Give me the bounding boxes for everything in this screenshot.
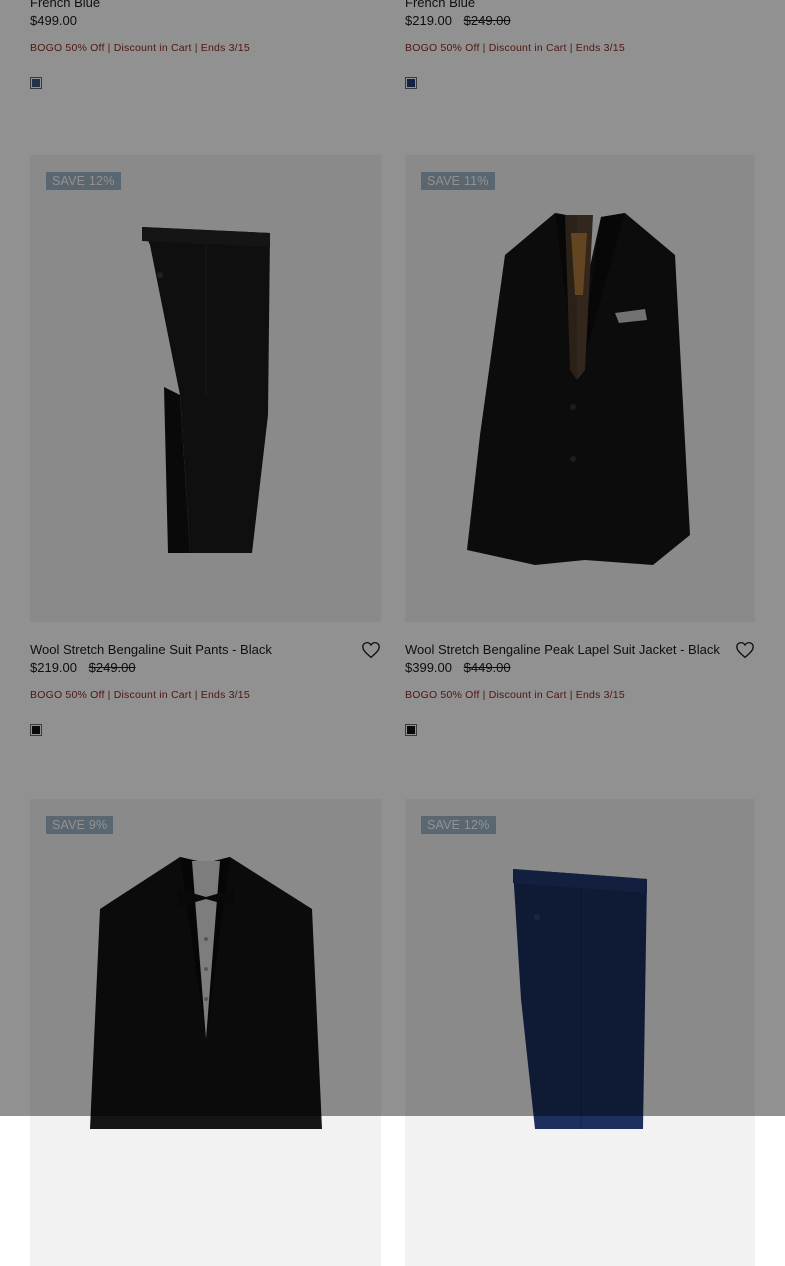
product-grid-page: French Blue $499.00 BOGO 50% Off | Disco… (0, 0, 785, 1266)
modal-backdrop-overlay[interactable] (0, 0, 785, 1116)
